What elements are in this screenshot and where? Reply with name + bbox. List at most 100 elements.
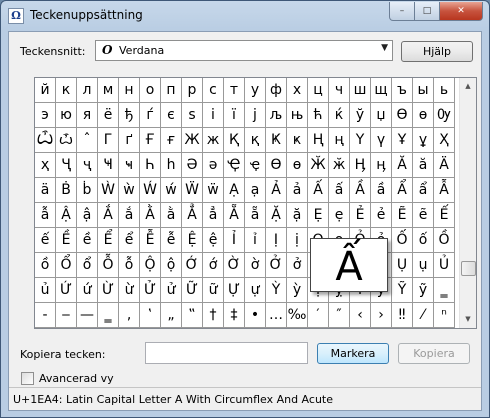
character-cell[interactable]: щ (371, 78, 392, 103)
character-cell[interactable]: ч (329, 78, 350, 103)
character-cell[interactable]: Ớ (182, 253, 203, 278)
character-cell[interactable]: Ѽ (35, 128, 56, 153)
character-cell[interactable]: Ữ (182, 278, 203, 303)
character-cell[interactable]: ẳ (203, 203, 224, 228)
character-cell[interactable]: Ỉ (224, 228, 245, 253)
character-cell[interactable]: Ә (182, 153, 203, 178)
character-cell[interactable]: • (245, 303, 266, 328)
advanced-view-label[interactable]: Avancerad vy (39, 372, 114, 385)
character-cell[interactable]: қ (245, 128, 266, 153)
character-cell[interactable]: ‛ (140, 303, 161, 328)
character-cell[interactable]: Ҹ (98, 153, 119, 178)
character-cell[interactable]: ộ (161, 253, 182, 278)
character-cell[interactable]: ё (98, 103, 119, 128)
character-cell[interactable]: ệ (203, 228, 224, 253)
character-cell[interactable]: Ғ (140, 128, 161, 153)
character-cell[interactable]: ј (245, 103, 266, 128)
character-cell[interactable]: ể (119, 228, 140, 253)
character-cell[interactable]: ќ (329, 103, 350, 128)
character-cell[interactable]: ằ (161, 203, 182, 228)
character-cell[interactable]: ỹ (413, 278, 434, 303)
chevron-down-icon[interactable]: ▼ (381, 43, 388, 53)
character-cell[interactable]: х (287, 78, 308, 103)
character-cell[interactable]: э (35, 103, 56, 128)
character-cell[interactable]: ⁿ (434, 303, 455, 328)
character-cell[interactable]: ‟ (182, 303, 203, 328)
character-cell[interactable]: Ỹ (392, 278, 413, 303)
character-cell[interactable]: Ӂ (308, 153, 329, 178)
character-cell[interactable]: ӓ (35, 178, 56, 203)
character-cell[interactable]: ẩ (413, 178, 434, 203)
character-cell[interactable]: ‐ (35, 303, 56, 328)
maximize-button[interactable]: □ (415, 2, 440, 21)
character-cell[interactable]: Г (98, 128, 119, 153)
character-cell[interactable]: ẽ (413, 203, 434, 228)
copy-button[interactable]: Kopiera (398, 343, 470, 364)
copy-chars-input[interactable] (145, 342, 308, 364)
character-cell[interactable]: Ẵ (224, 203, 245, 228)
character-cell[interactable]: Ҳ (434, 128, 455, 153)
character-cell[interactable]: Ẩ (392, 178, 413, 203)
character-cell[interactable]: ờ (245, 253, 266, 278)
character-cell[interactable]: ў (350, 103, 371, 128)
character-cell[interactable]: Ж (182, 128, 203, 153)
character-cell[interactable]: ӑ (413, 153, 434, 178)
character-cell[interactable]: ‚ (119, 303, 140, 328)
character-cell[interactable]: ‰ (287, 303, 308, 328)
character-cell[interactable]: ‗ (434, 278, 455, 303)
character-cell[interactable]: Ả (266, 178, 287, 203)
character-cell[interactable]: я (77, 103, 98, 128)
character-cell[interactable]: Ẅ (182, 178, 203, 203)
character-cell[interactable]: Ẫ (434, 178, 455, 203)
character-cell[interactable]: ъ (392, 78, 413, 103)
character-cell[interactable]: ễ (161, 228, 182, 253)
character-cell[interactable]: Ө (266, 153, 287, 178)
character-cell[interactable]: † (203, 303, 224, 328)
character-cell[interactable]: Ồ (434, 228, 455, 253)
character-cell[interactable]: Ӑ (392, 153, 413, 178)
character-cell[interactable]: ạ (245, 178, 266, 203)
character-cell[interactable]: ẅ (203, 178, 224, 203)
character-cell[interactable]: ⁄ (413, 303, 434, 328)
character-cell[interactable]: Ự (224, 278, 245, 303)
character-cell[interactable]: ӂ (329, 153, 350, 178)
character-cell[interactable]: Ề (56, 228, 77, 253)
character-cell[interactable]: ử (161, 278, 182, 303)
character-cell[interactable]: ң (329, 128, 350, 153)
character-cell[interactable]: Ấ (308, 178, 329, 203)
character-cell[interactable]: ề (77, 228, 98, 253)
character-cell[interactable]: ю (56, 103, 77, 128)
character-cell[interactable]: ґ (119, 128, 140, 153)
character-cell[interactable]: Ҝ (266, 128, 287, 153)
character-cell[interactable]: Ӓ (434, 153, 455, 178)
character-cell[interactable]: ї (224, 103, 245, 128)
character-cell[interactable]: ы (413, 78, 434, 103)
character-cell[interactable]: Ắ (98, 203, 119, 228)
character-cell[interactable]: ф (266, 78, 287, 103)
character-cell[interactable]: ш (350, 78, 371, 103)
character-cell[interactable]: ‒ (56, 303, 77, 328)
character-cell[interactable]: Ẹ (308, 203, 329, 228)
character-cell[interactable]: Ẽ (392, 203, 413, 228)
character-cell[interactable]: ừ (119, 278, 140, 303)
character-cell[interactable]: Ạ (224, 178, 245, 203)
character-cell[interactable]: є (161, 103, 182, 128)
help-button[interactable]: Hjälp (401, 41, 473, 62)
advanced-view-checkbox[interactable] (21, 372, 34, 385)
character-cell[interactable]: њ (287, 103, 308, 128)
character-cell[interactable]: ђ (119, 103, 140, 128)
select-button[interactable]: Markera (317, 343, 389, 364)
scroll-thumb[interactable] (461, 261, 476, 276)
character-cell[interactable]: с (203, 78, 224, 103)
character-cell[interactable]: ж (203, 128, 224, 153)
character-cell[interactable]: Ҷ (56, 153, 77, 178)
character-cell[interactable]: ẵ (245, 203, 266, 228)
character-cell[interactable]: Ử (140, 278, 161, 303)
character-cell[interactable]: ở (287, 253, 308, 278)
character-cell[interactable]: Ẁ (98, 178, 119, 203)
character-cell[interactable]: › (371, 303, 392, 328)
character-cell[interactable]: Қ (224, 128, 245, 153)
character-cell[interactable]: т (224, 78, 245, 103)
character-cell[interactable]: Ị (266, 228, 287, 253)
character-cell[interactable]: ѳ (413, 103, 434, 128)
